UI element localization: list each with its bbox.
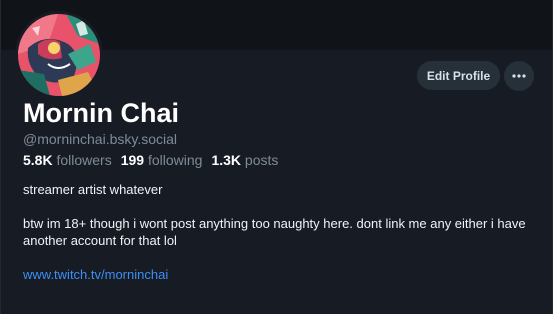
following-stat[interactable]: 199 following (121, 152, 203, 168)
more-options-button[interactable] (504, 61, 534, 91)
bio-line-2: btw im 18+ though i wont post anything t… (23, 216, 526, 248)
edit-profile-label: Edit Profile (426, 68, 491, 83)
following-count: 199 (120, 152, 145, 168)
profile-stats: 5.8K followers 199 following 1.3K posts (23, 151, 287, 169)
followers-stat[interactable]: 5.8K followers (23, 152, 112, 168)
followers-count: 5.8K (23, 152, 53, 168)
posts-count: 1.3K (211, 152, 242, 168)
handle: @morninchai.bsky.social (23, 131, 178, 147)
bio-line-1: streamer artist whatever (23, 182, 163, 197)
following-label: following (147, 152, 203, 168)
more-horizontal-icon (512, 74, 526, 78)
followers-label: followers (56, 152, 112, 168)
posts-label: posts (244, 152, 279, 168)
edit-profile-button[interactable]: Edit Profile (417, 61, 500, 90)
avatar-image (18, 14, 100, 96)
posts-stat: 1.3K posts (211, 152, 278, 168)
left-border (0, 0, 1, 314)
profile-page: Edit Profile Mornin Chai @morninchai.bsk… (0, 0, 553, 314)
profile-bio: streamer artist whatever btw im 18+ thou… (23, 181, 528, 283)
avatar[interactable] (18, 14, 100, 96)
display-name: Mornin Chai (23, 98, 179, 128)
twitch-link[interactable]: www.twitch.tv/morninchai (23, 267, 168, 282)
